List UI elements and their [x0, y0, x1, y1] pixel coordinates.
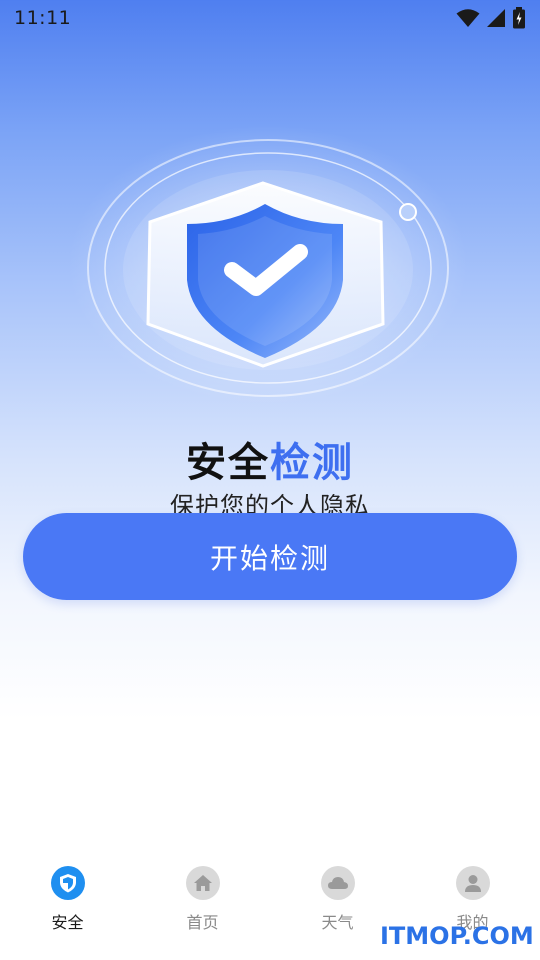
subtitle: 保护您的个人隐私: [170, 492, 370, 514]
tab-weather-label: 天气: [321, 913, 354, 932]
status-icons: [456, 7, 526, 29]
tab-home-label: 首页: [186, 913, 219, 932]
watermark: ITMOP.COM: [380, 922, 534, 950]
page-title: 安全检测: [0, 430, 540, 488]
wifi-icon: [456, 9, 480, 27]
shield-illustration: [68, 125, 468, 405]
start-detection-button[interactable]: 开始检测: [23, 513, 517, 600]
shield-icon: [50, 866, 85, 900]
title-part-safety: 安全: [186, 440, 270, 486]
signal-icon: [487, 9, 505, 27]
tab-security[interactable]: 安全: [0, 860, 135, 960]
tab-security-label: 安全: [51, 913, 84, 932]
status-bar: 11:11: [0, 0, 540, 36]
battery-icon: [513, 7, 525, 29]
cloud-icon: [320, 866, 355, 900]
home-icon: [185, 866, 220, 900]
title-part-detect: 检测: [270, 440, 354, 486]
tab-home[interactable]: 首页: [135, 860, 270, 960]
status-time: 11:11: [14, 7, 72, 29]
user-icon: [455, 866, 490, 900]
